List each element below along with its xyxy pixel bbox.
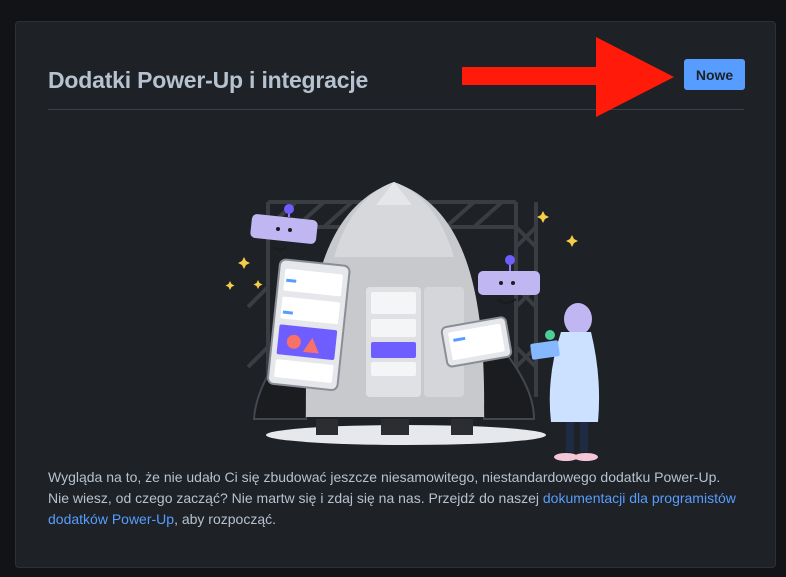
- red-arrow-icon: [462, 37, 674, 117]
- powerups-panel: Dodatki Power-Up i integracje Nowe Wyglą…: [15, 21, 776, 568]
- new-powerup-button[interactable]: Nowe: [684, 59, 745, 90]
- left-card-board: [266, 258, 351, 392]
- page-title: Dodatki Power-Up i integracje: [48, 67, 369, 93]
- robot-right: [478, 255, 540, 304]
- description-text: Wygląda na to, że nie udało Ci się zbudo…: [48, 467, 738, 530]
- description-outro: , aby rozpocząć.: [174, 511, 276, 527]
- rocket-illustration: [225, 182, 600, 461]
